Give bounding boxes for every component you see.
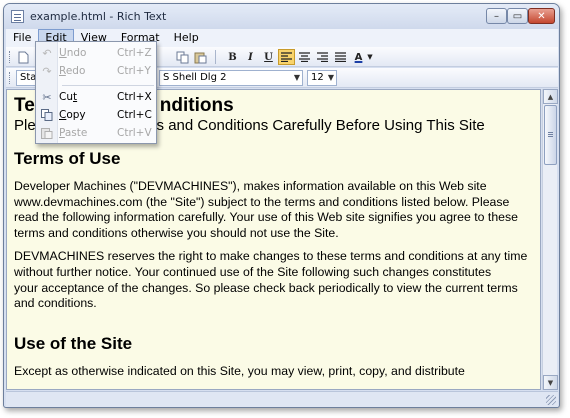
title-bar[interactable]: example.html - Rich Text – ▭ ✕ [4,4,559,29]
size-grip-icon[interactable] [546,395,556,405]
underline-button[interactable]: U [260,49,277,65]
menu-item-undo[interactable]: ↶ Undo Ctrl+Z [36,44,156,62]
paragraph: Developer Machines ("DEVMACHINES"), make… [14,179,519,240]
font-combo[interactable]: S Shell Dlg 2 ▼ [159,70,303,86]
bold-button[interactable]: B [224,49,241,65]
shortcut-label: Ctrl+C [117,109,152,121]
paste-toolbar-icon[interactable] [192,49,209,65]
font-size-combo[interactable]: 12 ▼ [307,70,337,86]
paragraph: Except as otherwise indicated on this Si… [14,363,465,378]
menu-item-paste[interactable]: Paste Ctrl+V [36,124,156,142]
shortcut-label: Ctrl+X [117,91,152,103]
menu-item-label: Paste [59,127,88,139]
paste-icon [40,126,54,140]
maximize-button[interactable]: ▭ [507,8,528,24]
font-combo-value: S Shell Dlg 2 [163,72,227,83]
shortcut-label: Ctrl+Z [117,47,152,59]
section-heading: Terms of Use [14,149,121,168]
document-icon [11,10,24,23]
italic-button[interactable]: I [242,49,259,65]
shortcut-label: Ctrl+Y [117,65,151,77]
scroll-up-icon[interactable]: ▲ [543,89,558,104]
scroll-thumb[interactable] [544,105,557,165]
menu-help[interactable]: Help [167,29,206,47]
chevron-down-icon: ▼ [327,73,334,82]
menu-item-cut[interactable]: ✂ Cut Ctrl+X [36,88,156,106]
align-center-button[interactable] [296,49,313,65]
font-color-dropdown-icon[interactable]: ▼ [366,49,374,65]
toolbar-grip[interactable] [9,72,12,84]
undo-icon: ↶ [42,46,52,60]
align-right-button[interactable] [314,49,331,65]
copy-toolbar-icon[interactable] [174,49,191,65]
shortcut-label: Ctrl+V [117,127,152,139]
window-title: example.html - Rich Text [30,10,167,23]
align-left-button[interactable] [278,49,295,65]
chevron-down-icon: ▼ [293,73,300,82]
menu-item-label: Cut [59,91,78,103]
vertical-scrollbar[interactable]: ▲ ▼ [542,89,558,390]
cut-icon: ✂ [42,90,52,104]
paragraph: DEVMACHINES reserves the right to make c… [14,249,528,311]
copy-icon [40,108,54,122]
scroll-down-icon[interactable]: ▼ [543,375,558,390]
minimize-button[interactable]: – [486,8,507,24]
font-size-value: 12 [311,72,324,83]
new-document-icon[interactable] [15,49,32,65]
font-color-button[interactable]: A [350,49,367,65]
menu-separator [62,85,154,86]
toolbar-grip[interactable] [9,51,12,63]
menu-item-redo[interactable]: ↷ Redo Ctrl+Y [36,62,156,80]
justify-button[interactable] [332,49,349,65]
toolbar-separator [215,50,216,64]
section-heading: Use of the Site [14,333,133,353]
status-bar [6,391,558,407]
menu-item-label: Redo [59,65,86,77]
menu-item-label: Undo [59,47,87,59]
edit-menu-dropdown: ↶ Undo Ctrl+Z ↷ Redo Ctrl+Y ✂ Cut Ctrl+X… [35,41,157,144]
close-button[interactable]: ✕ [528,8,555,24]
menu-item-label: Copy [59,109,86,121]
redo-icon: ↷ [42,64,52,78]
menu-file[interactable]: File [6,29,38,47]
menu-item-copy[interactable]: Copy Ctrl+C [36,106,156,124]
